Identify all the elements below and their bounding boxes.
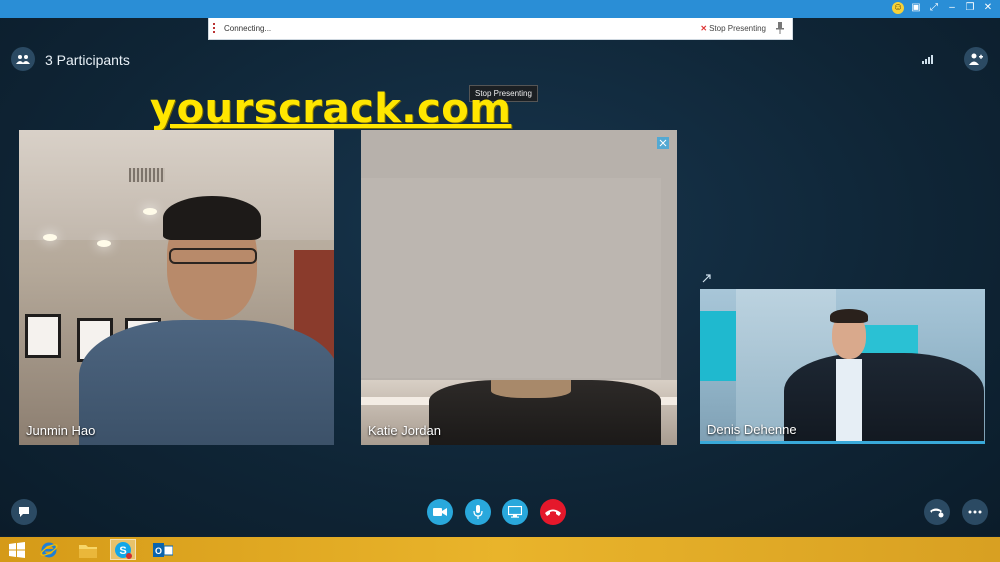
emoticon-icon[interactable]: ☺ [892,2,904,14]
participants-button[interactable] [11,47,35,71]
taskbar-outlook[interactable]: O [150,539,176,560]
add-person-icon [969,53,983,65]
start-button[interactable] [4,539,30,560]
presenting-bar: Connecting... ✕ Stop Presenting [208,18,793,40]
video-person [169,248,257,264]
fullscreen-icon[interactable]: ⤢ [928,2,940,14]
ellipsis-icon [968,510,982,514]
call-stage: Connecting... ✕ Stop Presenting 3 Partici… [0,18,1000,536]
video-detail [143,208,157,215]
svg-text:O: O [155,546,162,556]
video-person [163,196,261,240]
screen-share-icon [508,506,522,518]
hang-up-button[interactable] [540,499,566,525]
chat-button[interactable] [11,499,37,525]
taskbar-internet-explorer[interactable] [36,539,62,560]
video-person [784,353,984,444]
more-options-button[interactable] [962,499,988,525]
participant-name: Katie Jordan [368,423,441,438]
windows-start-icon [9,541,25,558]
drag-handle-icon[interactable] [213,23,215,33]
microphone-toggle-button[interactable] [465,499,491,525]
window-titlebar: ☺ ▣ ⤢ – ❐ ✕ [0,0,1000,18]
video-camera-icon [433,508,447,516]
video-tile-katie-jordan[interactable]: Katie Jordan [361,130,677,445]
watermark-text: yourscrack.com [150,86,512,132]
file-explorer-icon [79,544,97,558]
minimize-icon[interactable]: – [946,2,958,14]
dialpad-settings-icon [930,508,944,518]
participant-name: Junmin Hao [26,423,96,438]
video-person [830,309,868,323]
video-detail [43,234,57,241]
skype-icon: S [115,541,132,559]
outlook-icon: O [153,542,173,557]
taskbar-skype[interactable]: S [110,539,136,560]
restore-icon[interactable]: ❐ [964,2,976,14]
video-detail [700,311,736,381]
mini-view-icon[interactable]: ▣ [910,2,922,14]
participants-count[interactable]: 3 Participants [45,52,130,68]
microphone-icon [473,505,483,519]
expand-video-icon[interactable] [657,137,669,149]
video-person [491,380,571,398]
people-icon [16,55,30,64]
video-tile-junmin-hao[interactable]: Junmin Hao [19,130,334,445]
presenting-status: Connecting... [224,24,272,33]
video-detail [129,168,165,182]
screen-share-button[interactable] [502,499,528,525]
stop-icon: ✕ [700,24,708,33]
active-speaker-indicator [700,441,985,444]
hang-up-icon [545,509,561,516]
pop-out-icon[interactable] [702,273,712,283]
taskbar-file-explorer[interactable] [75,539,101,560]
windows-taskbar: S O [0,537,1000,562]
stop-presenting-button[interactable]: ✕ Stop Presenting [700,24,766,33]
video-tile-denis-dehenne[interactable]: Denis Dehenne [700,289,985,444]
participant-name: Denis Dehenne [707,422,797,437]
internet-explorer-icon [40,542,58,557]
chat-icon [19,507,29,517]
call-quality-icon[interactable] [922,54,934,64]
video-toggle-button[interactable] [427,499,453,525]
add-participant-button[interactable] [964,47,988,71]
svg-text:S: S [119,545,126,557]
close-icon[interactable]: ✕ [982,2,994,14]
video-person [836,359,862,444]
video-detail [25,314,61,358]
video-person [79,320,334,445]
window-controls: ☺ ▣ ⤢ – ❐ ✕ [892,2,994,14]
video-detail [97,240,111,247]
pin-icon[interactable] [776,22,784,34]
video-background [361,178,661,378]
stop-presenting-label: Stop Presenting [709,24,766,33]
call-options-button[interactable] [924,499,950,525]
